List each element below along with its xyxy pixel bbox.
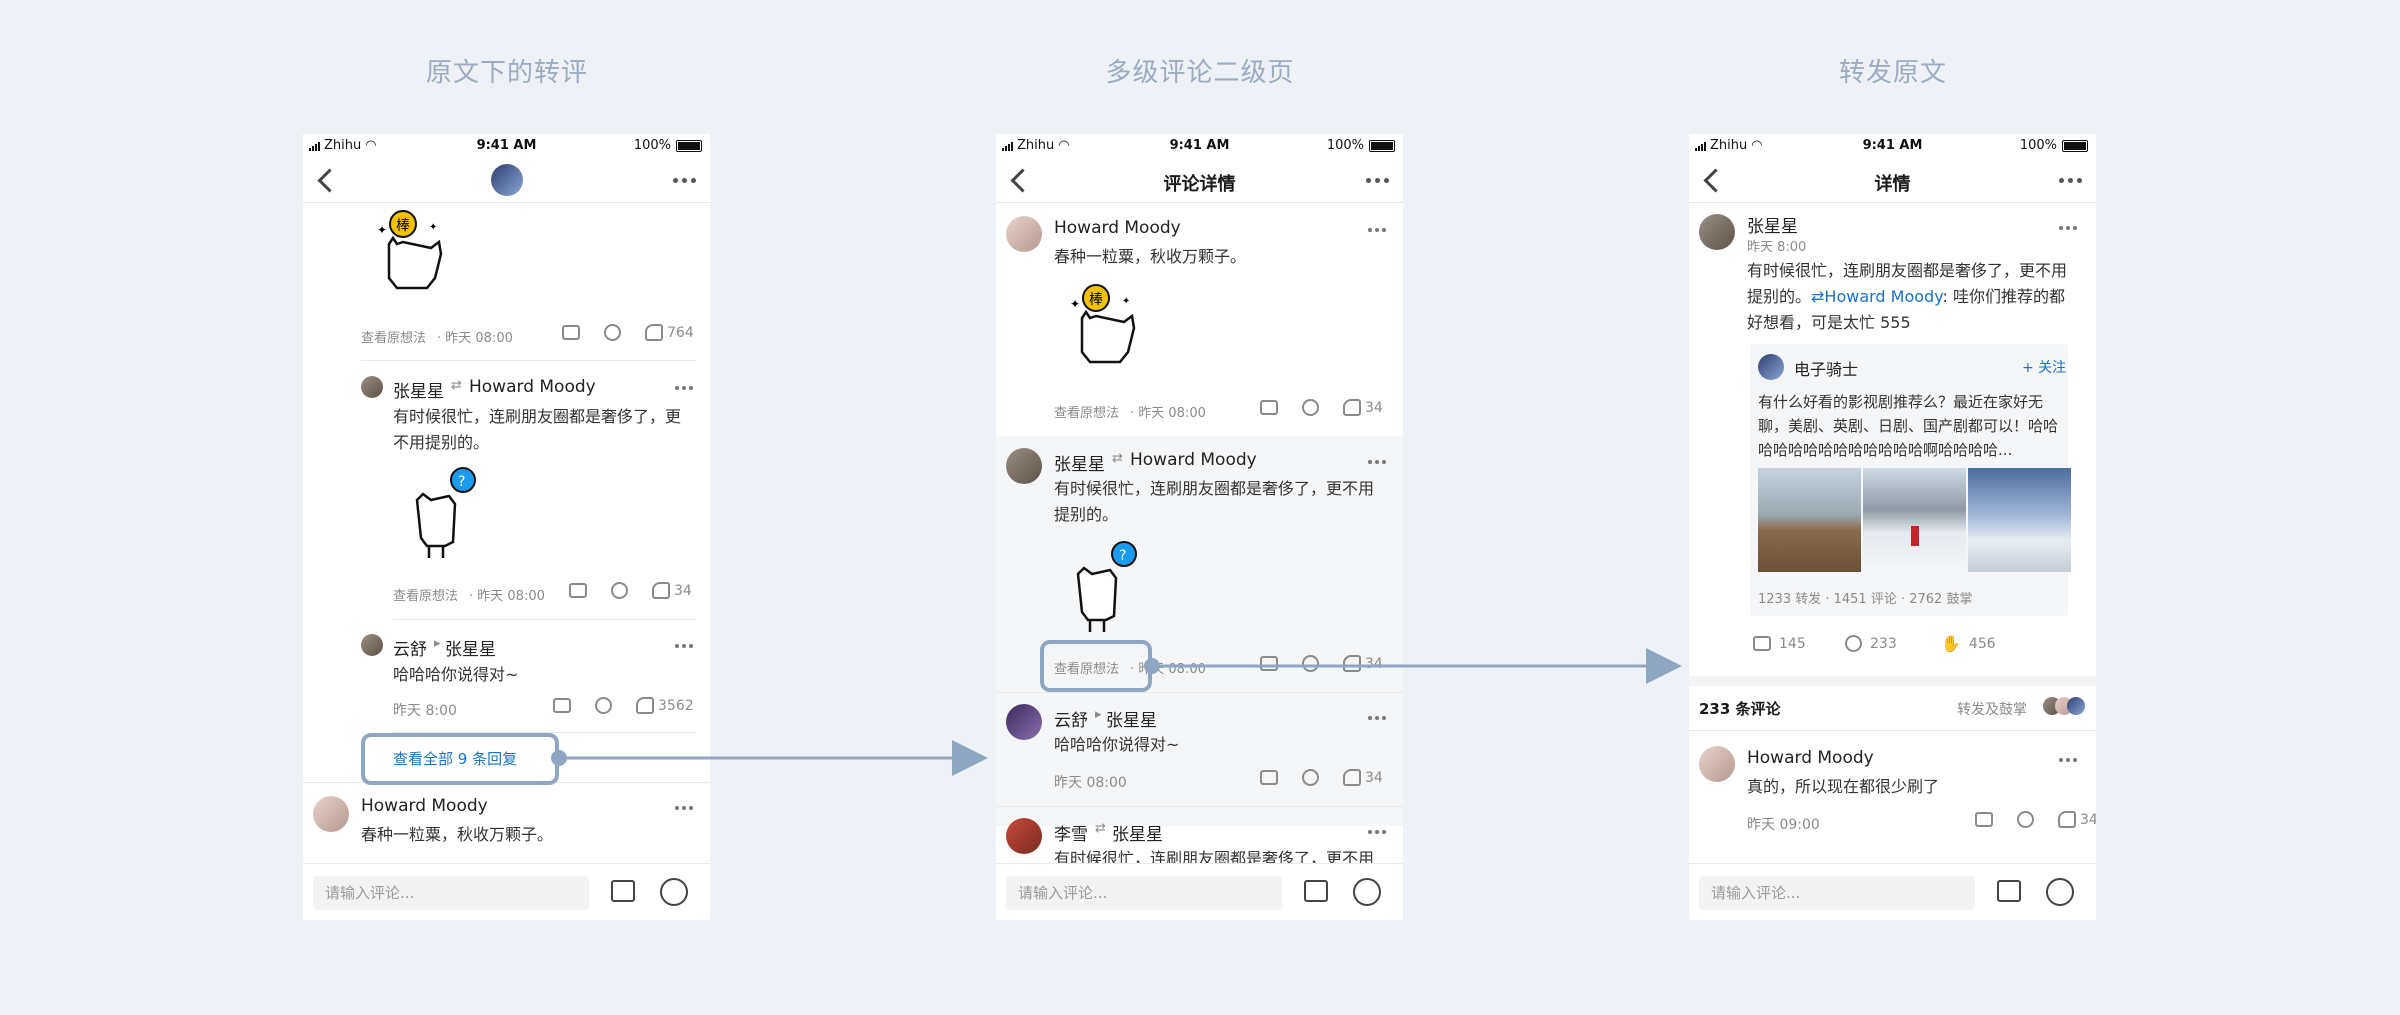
flow-arrows xyxy=(551,648,1682,776)
